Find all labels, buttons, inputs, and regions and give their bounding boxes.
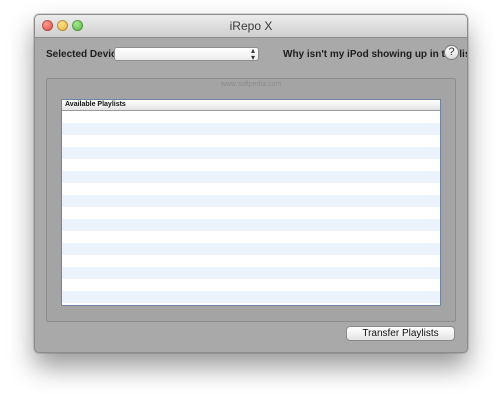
chevron-updown-icon: ▴ ▾ bbox=[250, 46, 255, 62]
title-bar[interactable]: iRepo X bbox=[35, 15, 467, 38]
column-header-label: Available Playlists bbox=[65, 101, 126, 108]
list-item[interactable] bbox=[62, 159, 440, 171]
list-item[interactable] bbox=[62, 243, 440, 255]
watermark-text: www.softpedia.com bbox=[220, 81, 282, 88]
list-item[interactable] bbox=[62, 279, 440, 291]
list-item[interactable] bbox=[62, 255, 440, 267]
help-button[interactable]: ? bbox=[444, 45, 459, 60]
transfer-playlists-button[interactable]: Transfer Playlists bbox=[346, 326, 455, 341]
list-item[interactable] bbox=[62, 231, 440, 243]
playlists-table[interactable]: Available Playlists bbox=[61, 99, 441, 306]
list-item[interactable] bbox=[62, 267, 440, 279]
list-item[interactable] bbox=[62, 147, 440, 159]
help-question-text: Why isn't my iPod showing up in the list… bbox=[283, 49, 468, 60]
device-select[interactable]: ▴ ▾ bbox=[114, 46, 259, 62]
window-title: iRepo X bbox=[229, 19, 273, 33]
list-item[interactable] bbox=[62, 291, 440, 303]
list-item[interactable] bbox=[62, 123, 440, 135]
list-item[interactable] bbox=[62, 195, 440, 207]
list-item[interactable] bbox=[62, 183, 440, 195]
list-item[interactable] bbox=[62, 171, 440, 183]
playlist-rows bbox=[62, 111, 440, 305]
table-header-available-playlists[interactable]: Available Playlists bbox=[62, 100, 440, 111]
list-item[interactable] bbox=[62, 111, 440, 123]
list-item[interactable] bbox=[62, 303, 440, 305]
list-item[interactable] bbox=[62, 135, 440, 147]
list-item[interactable] bbox=[62, 207, 440, 219]
list-item[interactable] bbox=[62, 219, 440, 231]
app-window: iRepo X Selected Device: ▴ ▾ Why isn't my… bbox=[34, 14, 468, 353]
